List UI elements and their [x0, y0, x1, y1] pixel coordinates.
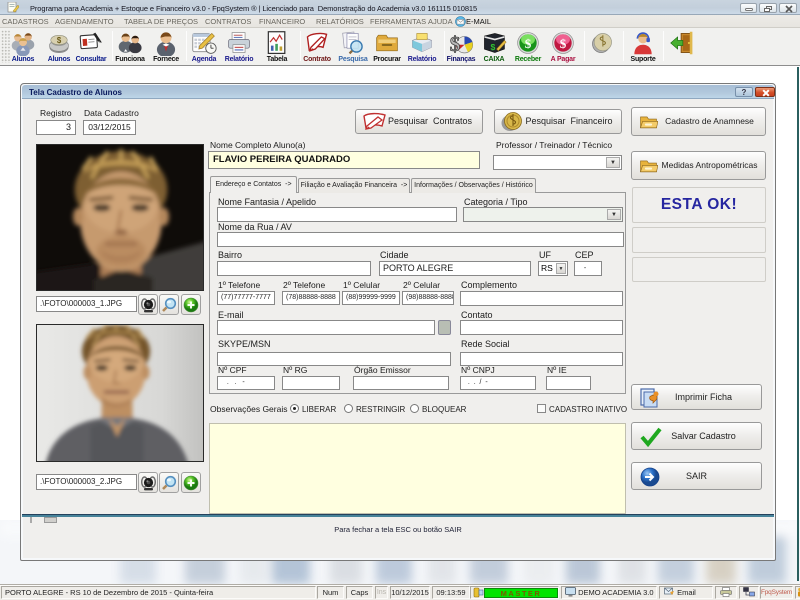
- svg-text:$: $: [560, 36, 567, 51]
- svg-text:$: $: [525, 36, 532, 51]
- svg-text:$: $: [491, 42, 496, 52]
- svg-text:$: $: [57, 36, 62, 45]
- svg-text:$: $: [450, 33, 460, 56]
